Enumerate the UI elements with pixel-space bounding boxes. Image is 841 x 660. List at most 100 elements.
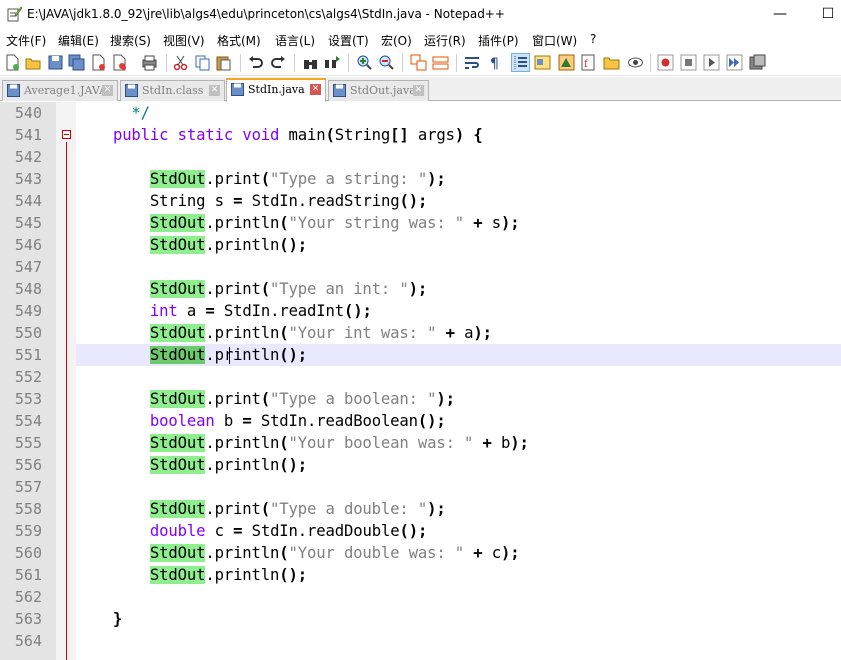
code-line[interactable]: 546 StdOut.println(); (0, 234, 841, 256)
record-macro-icon[interactable] (657, 54, 674, 71)
tab-stdin-class[interactable]: StdIn.class ✕ (120, 80, 225, 101)
line-number: 557 (14, 478, 42, 496)
zoom-in-icon[interactable] (356, 54, 373, 71)
print-icon[interactable] (141, 54, 158, 71)
menu-format[interactable]: 格式(M) (217, 32, 261, 49)
doc-map-icon[interactable] (558, 54, 575, 71)
code-line[interactable]: 544 String s = StdIn.readString(); (0, 190, 841, 212)
redo-icon[interactable] (270, 54, 287, 71)
code-text[interactable]: StdOut.println("Your double was: " + c); (76, 542, 520, 564)
replace-icon[interactable] (324, 54, 341, 71)
menu-run[interactable]: 运行(R) (424, 32, 466, 49)
tab-stdout-java[interactable]: StdOut.java ✕ (328, 80, 429, 101)
monitoring-eye-icon[interactable] (627, 54, 644, 71)
tab-close-icon[interactable]: ✕ (102, 85, 113, 96)
menu-language[interactable]: 语言(L) (275, 32, 315, 49)
code-text[interactable]: StdOut.println(); (76, 564, 307, 586)
tab-close-icon[interactable]: ✕ (209, 85, 220, 96)
code-line[interactable]: 555 StdOut.println("Your boolean was: " … (0, 432, 841, 454)
code-line[interactable]: 550 StdOut.println("Your int was: " + a)… (0, 322, 841, 344)
folder-workspace-icon[interactable] (603, 54, 620, 71)
run-macro-multiple-icon[interactable] (726, 54, 743, 71)
menu-settings[interactable]: 设置(T) (328, 32, 369, 49)
zoom-out-icon[interactable] (378, 54, 395, 71)
code-line[interactable]: 557 (0, 476, 841, 498)
save-icon[interactable] (47, 54, 64, 71)
code-text[interactable]: StdOut.print("Type a string: "); (76, 168, 446, 190)
save-all-icon[interactable] (68, 54, 85, 71)
code-text[interactable]: int a = StdIn.readInt(); (76, 300, 372, 322)
code-text[interactable]: StdOut.print("Type a boolean: "); (76, 388, 455, 410)
code-line[interactable]: 543 StdOut.print("Type a string: "); (0, 168, 841, 190)
menu-plugins[interactable]: 插件(P) (478, 32, 519, 49)
close-file-icon[interactable] (90, 54, 107, 71)
word-wrap-icon[interactable] (464, 54, 481, 71)
code-text[interactable]: String s = StdIn.readString(); (76, 190, 427, 212)
code-text[interactable]: public static void main(String[] args) { (76, 124, 483, 146)
code-line[interactable]: 563 } (0, 608, 841, 630)
close-all-icon[interactable] (111, 54, 128, 71)
code-line[interactable]: 554 boolean b = StdIn.readBoolean(); (0, 410, 841, 432)
code-text[interactable]: double c = StdIn.readDouble(); (76, 520, 427, 542)
new-file-icon[interactable] (4, 54, 21, 71)
code-line[interactable]: 561 StdOut.println(); (0, 564, 841, 586)
code-line[interactable]: 562 (0, 586, 841, 608)
code-line[interactable]: 540 */ (0, 102, 841, 124)
find-icon[interactable] (302, 54, 319, 71)
menu-help[interactable]: ? (590, 32, 596, 46)
code-text[interactable]: StdOut.print("Type an int: "); (76, 278, 427, 300)
cut-icon[interactable] (172, 54, 189, 71)
maximize-button[interactable]: ☐ (818, 4, 838, 24)
sync-horizontal-icon[interactable] (432, 54, 449, 71)
menu-macro[interactable]: 宏(O) (381, 32, 412, 49)
code-line[interactable]: 547 (0, 256, 841, 278)
tab-close-icon[interactable]: ✕ (413, 85, 424, 96)
code-text[interactable]: StdOut.println("Your boolean was: " + b)… (76, 432, 529, 454)
menu-view[interactable]: 视图(V) (163, 32, 205, 49)
code-line[interactable]: 564 (0, 630, 841, 652)
sync-vertical-icon[interactable] (410, 54, 427, 71)
function-list-icon[interactable]: f (580, 54, 597, 71)
menu-file[interactable]: 文件(F) (6, 32, 46, 49)
code-line[interactable]: 556 StdOut.println(); (0, 454, 841, 476)
code-line[interactable]: 560 StdOut.println("Your double was: " +… (0, 542, 841, 564)
language-icon[interactable] (534, 54, 551, 71)
code-line[interactable]: 548 StdOut.print("Type an int: "); (0, 278, 841, 300)
code-line[interactable]: 551 StdOut.println(); (0, 344, 841, 366)
code-text[interactable]: StdOut.println(); (76, 344, 307, 366)
show-all-chars-icon[interactable]: ¶ (486, 54, 503, 71)
code-text[interactable]: StdOut.println(); (76, 234, 307, 256)
code-line[interactable]: 553 StdOut.print("Type a boolean: "); (0, 388, 841, 410)
open-file-icon[interactable] (25, 54, 42, 71)
save-macro-icon[interactable] (749, 54, 766, 71)
tab-stdin-java[interactable]: StdIn.java ✕ (226, 78, 326, 102)
copy-icon[interactable] (194, 54, 211, 71)
code-line[interactable]: 542 (0, 146, 841, 168)
file-saved-icon (7, 84, 20, 97)
stop-macro-icon[interactable] (680, 54, 697, 71)
paste-icon[interactable] (215, 54, 232, 71)
code-text[interactable]: boolean b = StdIn.readBoolean(); (76, 410, 446, 432)
tab-close-icon[interactable]: ✕ (310, 84, 321, 95)
code-text[interactable]: StdOut.println("Your string was: " + s); (76, 212, 520, 234)
play-macro-icon[interactable] (703, 54, 720, 71)
code-text[interactable]: StdOut.println(); (76, 454, 307, 476)
code-line[interactable]: 545 StdOut.println("Your string was: " +… (0, 212, 841, 234)
menu-search[interactable]: 搜索(S) (110, 32, 151, 49)
tab-average1-java[interactable]: Average1.JAVA ✕ (2, 80, 118, 101)
menu-window[interactable]: 窗口(W) (532, 32, 577, 49)
code-line[interactable]: 552 (0, 366, 841, 388)
code-line[interactable]: 549 int a = StdIn.readInt(); (0, 300, 841, 322)
indent-guide-icon[interactable] (511, 53, 530, 72)
undo-icon[interactable] (247, 54, 264, 71)
code-text[interactable]: } (76, 608, 122, 630)
code-editor[interactable]: 540 */541 public static void main(String… (0, 102, 841, 660)
minimize-button[interactable]: — (770, 4, 790, 24)
code-text[interactable]: */ (76, 102, 150, 124)
menu-edit[interactable]: 编辑(E) (58, 32, 99, 49)
code-line[interactable]: 558 StdOut.print("Type a double: "); (0, 498, 841, 520)
code-text[interactable]: StdOut.print("Type a double: "); (76, 498, 446, 520)
code-line[interactable]: 541 public static void main(String[] arg… (0, 124, 841, 146)
code-text[interactable]: StdOut.println("Your int was: " + a); (76, 322, 492, 344)
code-line[interactable]: 559 double c = StdIn.readDouble(); (0, 520, 841, 542)
